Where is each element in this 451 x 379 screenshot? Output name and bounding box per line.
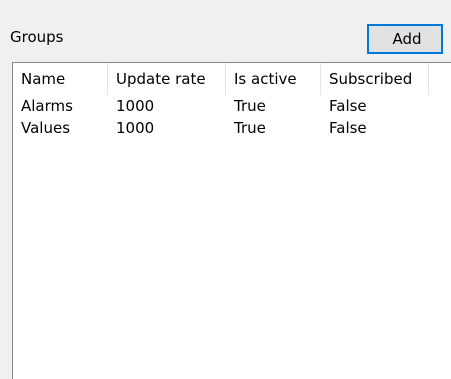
cell-subscribed: False xyxy=(329,119,367,137)
cell-subscribed: False xyxy=(329,97,367,115)
column-header-name[interactable]: Name xyxy=(13,63,108,95)
list-row-values[interactable]: Values 1000 True False xyxy=(13,117,451,139)
add-group-button[interactable]: Add xyxy=(367,24,443,54)
groups-list-view[interactable]: Name Update rate Is active Subscribed Al… xyxy=(12,62,451,379)
cell-is-active: True xyxy=(234,119,266,137)
column-header-is-active[interactable]: Is active xyxy=(226,63,321,95)
cell-update-rate: 1000 xyxy=(116,119,155,137)
cell-update-rate: 1000 xyxy=(116,97,155,115)
groups-label: Groups xyxy=(10,28,64,46)
cell-name: Values xyxy=(21,119,71,137)
column-header-update-rate[interactable]: Update rate xyxy=(108,63,226,95)
cell-is-active: True xyxy=(234,97,266,115)
column-header-subscribed[interactable]: Subscribed xyxy=(321,63,429,95)
list-row-alarms[interactable]: Alarms 1000 True False xyxy=(13,95,451,117)
list-header: Name Update rate Is active Subscribed xyxy=(13,63,451,95)
groups-panel: Groups Add Name Update rate Is active Su… xyxy=(0,0,451,379)
cell-name: Alarms xyxy=(21,97,73,115)
